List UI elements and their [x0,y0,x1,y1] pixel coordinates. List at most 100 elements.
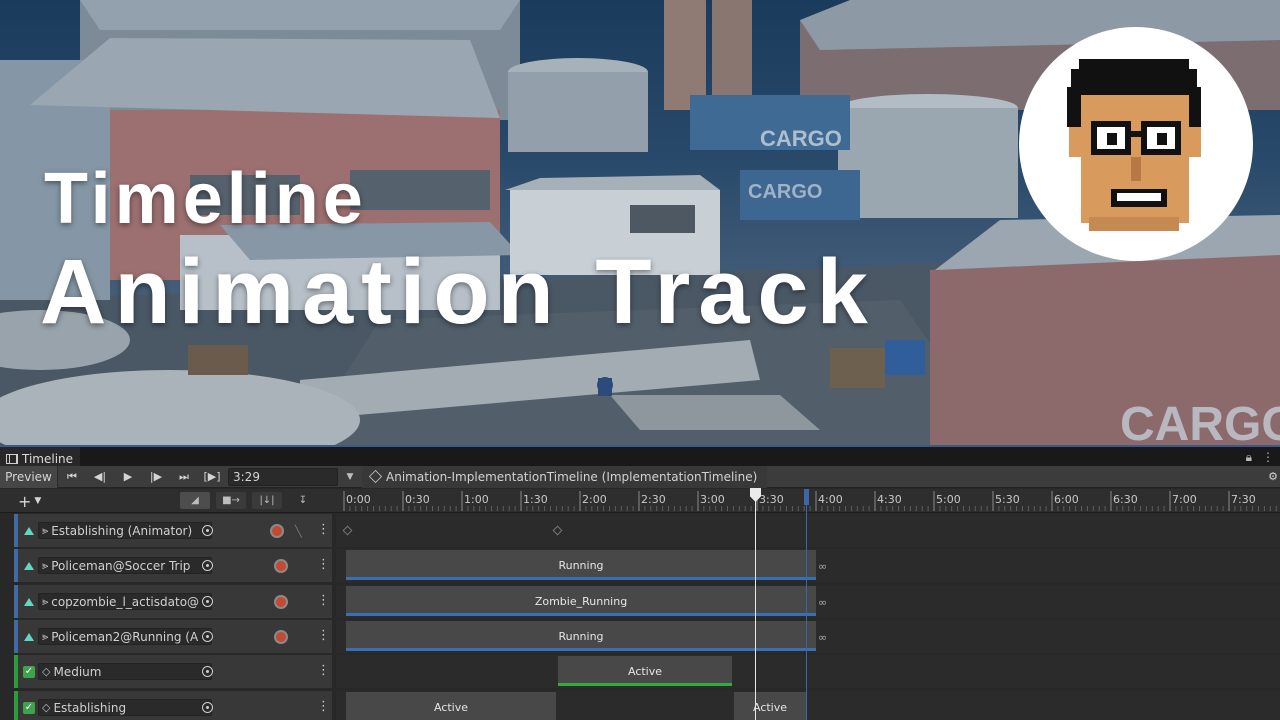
track-binding-field[interactable]: ◇ Medium [38,663,212,680]
keyframe-diamond-icon[interactable] [342,525,353,536]
track-header-controls: + ▼ ◢ ■→ |↓| ↧ [0,489,334,513]
track-binding-field[interactable]: ◇ Establishing [38,699,212,716]
ruler-tick-label: 5:00 [936,493,961,506]
track-label: copzombie_l_actisdato@ [51,594,200,609]
record-button[interactable] [274,595,288,609]
last-frame-icon[interactable]: ⏭ [170,466,198,488]
track-lane[interactable]: Running ∞ [336,549,1280,582]
timeline-end-marker-handle[interactable] [804,489,809,505]
timeline-clip[interactable]: Running [346,550,816,580]
track-label: Medium [53,664,102,679]
object-picker-icon[interactable] [202,525,213,536]
track-binding-field[interactable]: ⪢ Policeman@Soccer Trip [38,557,212,574]
prev-frame-icon[interactable]: ◀| [86,466,114,488]
current-time-field[interactable]: 3:29 [228,467,338,486]
replace-mode-icon[interactable]: |↓| [252,492,282,509]
track-menu-icon[interactable]: ⋮ [317,628,330,643]
activation-track-icon[interactable]: ✓ [22,665,36,678]
clip-edit-mode-icon[interactable]: ◢ [180,492,210,509]
track-lane[interactable]: Active [336,655,1280,688]
track-menu-icon[interactable]: ⋮ [317,663,330,678]
track-header[interactable]: ✓ ◇ Medium ⋮ [14,655,332,688]
record-button[interactable] [274,559,288,573]
curves-icon[interactable]: ╲ [295,525,302,538]
track-header[interactable]: ⪢ Policeman@Soccer Trip ⋮ [14,549,332,582]
timeline-clip[interactable]: Running [346,621,816,651]
play-range-icon[interactable]: [▶] [198,466,226,488]
object-picker-icon[interactable] [202,666,213,677]
track-menu-icon[interactable]: ⋮ [317,593,330,608]
track-menu-icon[interactable]: ⋮ [317,522,330,537]
video-thumbnail-scene: CARGO CARGO CARGO Timeline Animation Tra… [0,0,1280,445]
track-binding-field[interactable]: ⪢ Policeman2@Running (A [38,628,212,645]
gameobject-icon: ◇ [42,665,51,678]
animation-track-icon [22,632,36,642]
ruler-tick-label: 5:30 [995,493,1020,506]
track-menu-icon[interactable]: ⋮ [317,699,330,714]
ripple-mode-icon[interactable]: ■→ [216,492,246,509]
cargo-label: CARGO [748,181,822,203]
add-track-button[interactable]: + ▼ [18,492,41,511]
ruler-tick-label: 2:00 [582,493,607,506]
cube-icon [368,469,383,484]
timeline-clip[interactable]: Zombie_Running [346,586,816,616]
record-button[interactable] [270,524,284,538]
next-frame-icon[interactable]: |▶ [142,466,170,488]
track-lane[interactable] [336,514,1280,547]
video-title-line-2: Animation Track [40,241,876,343]
keyframe-diamond-icon[interactable] [552,525,563,536]
timeline-clip[interactable]: Active [734,692,806,720]
object-picker-icon[interactable] [202,631,213,642]
animation-track-icon [22,526,36,536]
timeline-asset-breadcrumb[interactable]: Animation-ImplementationTimeline (Implem… [362,465,768,488]
object-picker-icon[interactable] [202,702,213,713]
loop-icon: ∞ [818,596,828,609]
track-menu-icon[interactable]: ⋮ [317,557,330,572]
ruler-tick-label: 7:00 [1172,493,1197,506]
timeline-clip[interactable]: Active [558,656,732,686]
avatar-face-icon [1067,59,1201,231]
animator-icon: ⪢ [42,558,49,572]
track-header[interactable]: ⪢ Establishing (Animator) ╲ ⋮ [14,514,332,547]
timeline-clip[interactable]: Active [346,692,556,720]
tab-label: Timeline [22,451,74,466]
first-frame-icon[interactable]: ⏮ [58,466,86,488]
record-button[interactable] [274,630,288,644]
lock-icon[interactable]: 🔒︎ [1246,450,1252,465]
playhead-line[interactable] [755,489,756,720]
clip-underline [346,577,816,580]
cargo-label: CARGO [1120,398,1280,445]
track-header[interactable]: ✓ ◇ Establishing ⋮ [14,691,332,720]
clip-underline [346,648,816,651]
video-title-line-1: Timeline [44,159,367,239]
object-picker-icon[interactable] [202,560,213,571]
kebab-menu-icon[interactable]: ⋮ [1262,450,1274,465]
triangle-icon [24,526,34,535]
snap-icon[interactable]: ↧ [288,492,318,509]
clip-label: Running [558,558,604,572]
object-picker-icon[interactable] [202,596,213,607]
track-header[interactable]: ⪢ copzombie_l_actisdato@ ⋮ [14,585,332,618]
track-binding-field[interactable]: ⪢ Establishing (Animator) [38,522,212,539]
clip-label: Active [433,700,469,714]
checkbox-icon: ✓ [23,665,35,678]
preview-button[interactable]: Preview [0,465,58,488]
clip-underline [346,613,816,616]
track-lane[interactable]: Running ∞ [336,620,1280,653]
track-header[interactable]: ⪢ Policeman2@Running (A ⋮ [14,620,332,653]
track-label: Policeman2@Running (A [51,629,199,644]
track-lane[interactable]: Zombie_Running ∞ [336,585,1280,618]
plus-icon: + [18,491,32,511]
track-label: Establishing (Animator) [51,523,193,538]
track-lane[interactable]: Active Active [336,691,1280,720]
chevron-down-icon[interactable]: ▼ [338,466,362,488]
track-binding-field[interactable]: ⪢ copzombie_l_actisdato@ [38,593,212,610]
activation-track-icon[interactable]: ✓ [22,701,36,714]
gear-icon[interactable]: ⚙ [1266,466,1280,488]
edit-mode-buttons: ◢ ■→ |↓| ↧ [180,492,318,509]
chevron-down-icon: ▼ [34,496,42,506]
play-icon[interactable]: ▶ [114,466,142,488]
timeline-end-marker[interactable] [806,489,807,720]
ruler-tick-label: 6:30 [1113,493,1138,506]
time-ruler[interactable]: 0:00 0:30 1:00 1:30 2:00 2:30 3:00 3:30 4:00 4:30… [338,489,1280,513]
